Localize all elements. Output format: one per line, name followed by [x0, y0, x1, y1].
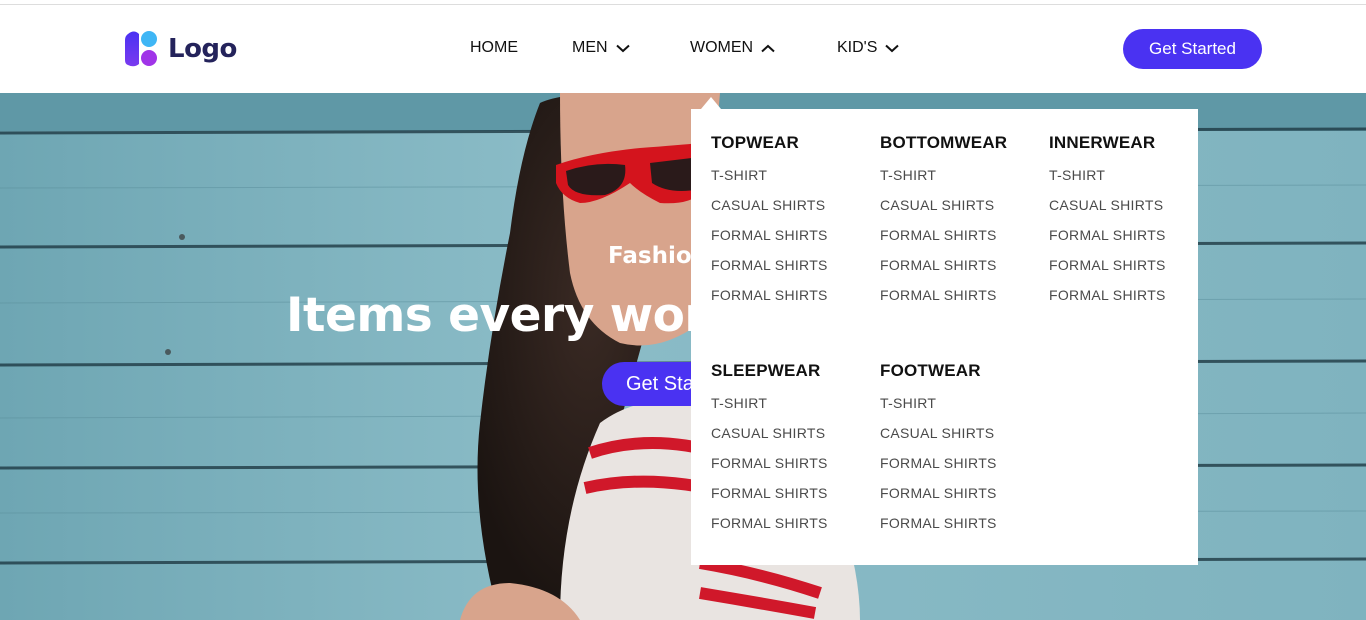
nav-item-men[interactable]: MEN [572, 39, 630, 57]
menu-link[interactable]: T-SHIRT [711, 164, 871, 194]
menu-link[interactable]: CASUAL SHIRTS [1049, 194, 1209, 224]
menu-column-heading: BOTTOMWEAR [880, 133, 1008, 152]
menu-column-heading: INNERWEAR [1049, 133, 1156, 152]
menu-link[interactable]: T-SHIRT [880, 392, 1040, 422]
chevron-down-icon [615, 44, 630, 52]
logo-text: Logo [168, 34, 237, 64]
menu-column-list: T-SHIRT CASUAL SHIRTS FORMAL SHIRTS FORM… [880, 392, 1040, 542]
menu-link[interactable]: FORMAL SHIRTS [1049, 224, 1209, 254]
menu-column-footwear: FOOTWEAR T-SHIRT CASUAL SHIRTS FORMAL SH… [880, 361, 1040, 542]
menu-link[interactable]: FORMAL SHIRTS [880, 254, 1040, 284]
nav-item-label: WOMEN [690, 39, 754, 56]
nav-item-label: HOME [470, 39, 518, 56]
menu-column-list: T-SHIRT CASUAL SHIRTS FORMAL SHIRTS FORM… [1049, 164, 1209, 314]
nav-item-kids[interactable]: KID'S [837, 39, 900, 57]
menu-link[interactable]: FORMAL SHIRTS [711, 284, 871, 314]
menu-column-heading: TOPWEAR [711, 133, 799, 152]
chevron-down-icon [885, 44, 900, 52]
menu-column-bottomwear: BOTTOMWEAR T-SHIRT CASUAL SHIRTS FORMAL … [880, 133, 1040, 314]
menu-column-sleepwear: SLEEPWEAR T-SHIRT CASUAL SHIRTS FORMAL S… [711, 361, 871, 542]
menu-link[interactable]: T-SHIRT [1049, 164, 1209, 194]
menu-link[interactable]: T-SHIRT [711, 392, 871, 422]
menu-column-topwear: TOPWEAR T-SHIRT CASUAL SHIRTS FORMAL SHI… [711, 133, 871, 314]
chevron-up-icon [761, 44, 775, 52]
menu-link[interactable]: FORMAL SHIRTS [880, 284, 1040, 314]
menu-link[interactable]: CASUAL SHIRTS [880, 194, 1040, 224]
menu-link[interactable]: FORMAL SHIRTS [1049, 254, 1209, 284]
logo[interactable]: Logo [123, 30, 237, 68]
women-mega-menu: TOPWEAR T-SHIRT CASUAL SHIRTS FORMAL SHI… [691, 109, 1198, 565]
menu-column-list: T-SHIRT CASUAL SHIRTS FORMAL SHIRTS FORM… [711, 392, 871, 542]
site-header: Logo HOME MEN WOMEN KID'S Get Started [0, 5, 1366, 93]
nav-item-label: KID'S [837, 39, 878, 56]
menu-link[interactable]: FORMAL SHIRTS [880, 452, 1040, 482]
get-started-button[interactable]: Get Started [1123, 29, 1262, 69]
menu-link[interactable]: FORMAL SHIRTS [880, 512, 1040, 542]
menu-link[interactable]: FORMAL SHIRTS [1049, 284, 1209, 314]
menu-link[interactable]: FORMAL SHIRTS [711, 482, 871, 512]
menu-column-heading: SLEEPWEAR [711, 361, 821, 380]
menu-link[interactable]: FORMAL SHIRTS [880, 482, 1040, 512]
menu-column-innerwear: INNERWEAR T-SHIRT CASUAL SHIRTS FORMAL S… [1049, 133, 1209, 314]
menu-column-heading: FOOTWEAR [880, 361, 981, 380]
menu-link[interactable]: CASUAL SHIRTS [711, 194, 871, 224]
logo-mark-icon [125, 31, 157, 67]
menu-column-list: T-SHIRT CASUAL SHIRTS FORMAL SHIRTS FORM… [880, 164, 1040, 314]
menu-link[interactable]: CASUAL SHIRTS [711, 422, 871, 452]
menu-link[interactable]: T-SHIRT [880, 164, 1040, 194]
nav-item-label: MEN [572, 39, 608, 56]
menu-link[interactable]: FORMAL SHIRTS [711, 254, 871, 284]
nav-item-home[interactable]: HOME [470, 39, 518, 57]
menu-column-list: T-SHIRT CASUAL SHIRTS FORMAL SHIRTS FORM… [711, 164, 871, 314]
menu-link[interactable]: FORMAL SHIRTS [711, 452, 871, 482]
menu-link[interactable]: CASUAL SHIRTS [880, 422, 1040, 452]
hero-title: Items every wom [286, 288, 733, 343]
menu-link[interactable]: FORMAL SHIRTS [880, 224, 1040, 254]
menu-link[interactable]: FORMAL SHIRTS [711, 224, 871, 254]
nav-item-women[interactable]: WOMEN [690, 39, 775, 57]
menu-link[interactable]: FORMAL SHIRTS [711, 512, 871, 542]
dropdown-pointer [701, 97, 721, 109]
